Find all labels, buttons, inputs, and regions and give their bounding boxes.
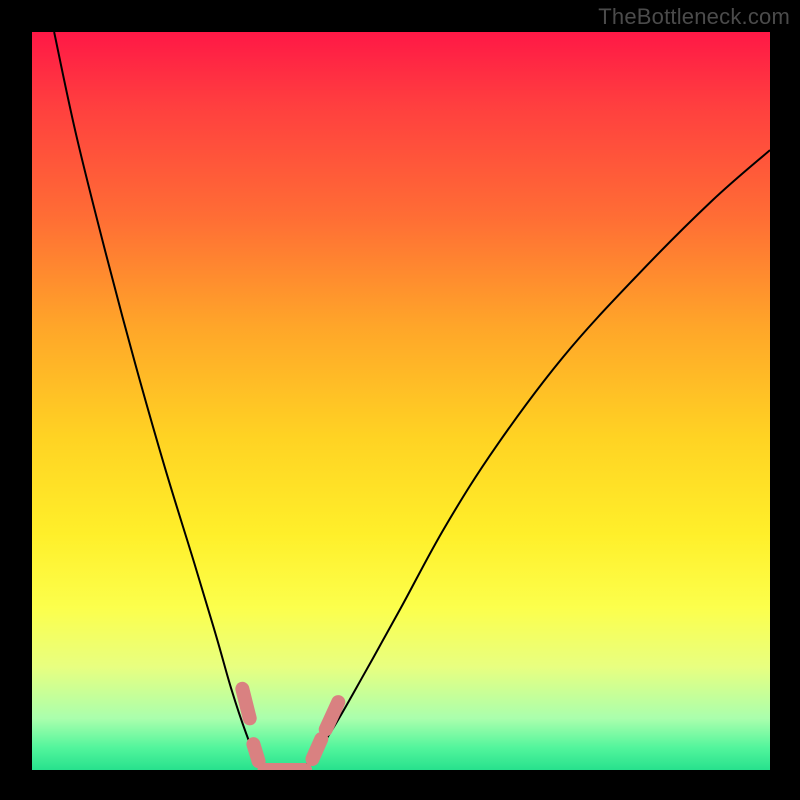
curve-left bbox=[54, 32, 268, 770]
chart-plot-area bbox=[32, 32, 770, 770]
chart-svg bbox=[32, 32, 770, 770]
optimal-markers bbox=[242, 689, 338, 770]
watermark-text: TheBottleneck.com bbox=[598, 4, 790, 30]
curve-right bbox=[298, 150, 770, 770]
right-marker-1 bbox=[312, 739, 321, 759]
left-marker-2 bbox=[253, 744, 258, 761]
left-marker-1 bbox=[242, 689, 249, 719]
right-marker-2 bbox=[326, 702, 339, 729]
